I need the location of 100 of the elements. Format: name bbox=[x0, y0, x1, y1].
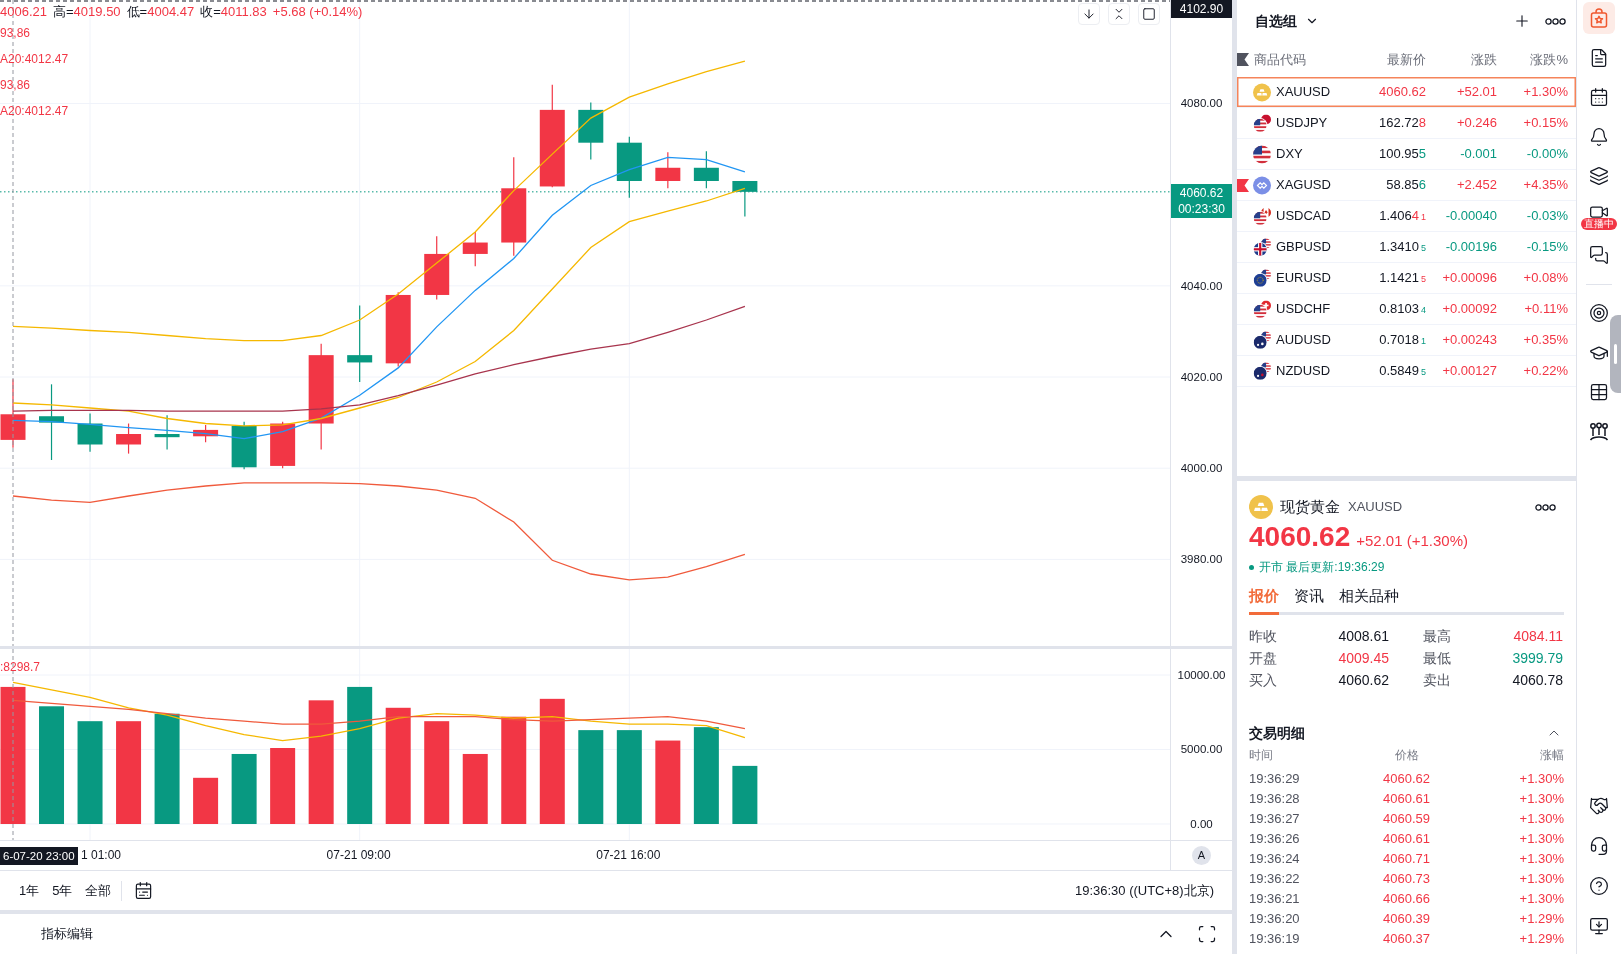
live-badge: 直播中 bbox=[1581, 217, 1617, 230]
axis-label: 4020.00 bbox=[1179, 370, 1224, 384]
symbol-text: XAGUSD bbox=[1276, 176, 1332, 195]
legend-value: 4019.50 bbox=[73, 3, 121, 20]
symbol-text: DXY bbox=[1276, 145, 1304, 164]
column-header: 涨跌% bbox=[1529, 50, 1568, 69]
price-tag-value: 4060.62 bbox=[1179, 184, 1224, 201]
change-percent-text: +0.08% bbox=[1522, 269, 1568, 288]
column-header: 时间 bbox=[1249, 747, 1274, 764]
symbol-text: GBPUSD bbox=[1276, 238, 1332, 257]
trade-time: 19:36:19 bbox=[1249, 930, 1301, 949]
price-text: 58.856 bbox=[1385, 176, 1426, 195]
trade-time: 19:36:21 bbox=[1249, 890, 1301, 909]
trade-time: 19:36:28 bbox=[1249, 790, 1301, 809]
stat-value: 4060.78 bbox=[1511, 671, 1563, 690]
change-text: +52.01 bbox=[1455, 83, 1497, 102]
indicator-value: :8298.7 bbox=[0, 659, 41, 675]
axis-label: 4000.00 bbox=[1179, 461, 1224, 476]
instrument-name: 现货黄金 bbox=[1280, 496, 1340, 517]
time-label: 1 01:00 bbox=[81, 848, 122, 863]
change-percent-text: -0.00% bbox=[1525, 145, 1568, 164]
trade-change: +1.29% bbox=[1518, 930, 1564, 949]
price-text: 1.4064 1 bbox=[1378, 207, 1426, 226]
column-header: 涨跌 bbox=[1470, 50, 1497, 69]
legend-value: 4006.21 bbox=[0, 3, 47, 20]
trade-price: 4060.71 bbox=[1382, 850, 1431, 869]
trade-time: 19:36:22 bbox=[1249, 870, 1301, 889]
stat-value: 4009.45 bbox=[1337, 649, 1389, 668]
price-text: 100.955 bbox=[1378, 145, 1426, 164]
trade-time: 19:36:27 bbox=[1249, 810, 1301, 829]
change-percent-text: -0.03% bbox=[1525, 207, 1568, 226]
trade-price: 4060.61 bbox=[1382, 790, 1431, 809]
stat-label: 卖出 bbox=[1422, 671, 1452, 690]
change-percent-text: +0.11% bbox=[1523, 300, 1568, 319]
indicator-value: A20:4012.47 bbox=[0, 103, 69, 119]
axis-label: 4080.00 bbox=[1179, 96, 1224, 111]
trade-price: 4060.39 bbox=[1382, 910, 1431, 929]
legend-value: 4004.47 bbox=[147, 3, 195, 20]
change-text: -0.00196 bbox=[1444, 238, 1497, 257]
stat-value: 4084.11 bbox=[1512, 627, 1563, 646]
change-percent-text: +1.30% bbox=[1522, 83, 1568, 102]
legend-value: 4011.83 bbox=[220, 3, 267, 20]
price-tag-value: 4102.90 bbox=[1179, 1, 1224, 17]
price-text: 162.728 bbox=[1378, 114, 1426, 133]
axis-label: 3980.00 bbox=[1179, 552, 1224, 567]
column-header: 商品代码 bbox=[1254, 50, 1307, 69]
countdown-text: 00:23:30 bbox=[1178, 200, 1225, 217]
stat-value: 4060.62 bbox=[1337, 671, 1389, 690]
symbol-text: EURUSD bbox=[1276, 269, 1332, 288]
axis-label: 5000.00 bbox=[1179, 742, 1224, 757]
change-text: +0.00243 bbox=[1441, 331, 1497, 350]
symbol-text: USDCHF bbox=[1276, 300, 1332, 319]
change-text: +0.00092 bbox=[1441, 300, 1497, 319]
stat-label: 开盘 bbox=[1249, 649, 1278, 668]
trade-price: 4060.59 bbox=[1382, 810, 1431, 829]
legend-label: 收= bbox=[200, 3, 221, 20]
trade-change: +1.29% bbox=[1518, 910, 1564, 929]
stat-value: 4008.61 bbox=[1337, 627, 1389, 646]
clock-text: 19:36:30 ((UTC+8)北京) bbox=[1074, 881, 1214, 900]
stat-label: 买入 bbox=[1249, 671, 1278, 690]
market-status: 开市 最后更新:19:36:29 bbox=[1259, 559, 1385, 576]
trade-time: 19:36:26 bbox=[1249, 830, 1301, 849]
section-title: 交易明细 bbox=[1249, 723, 1305, 743]
change-text: -0.00040 bbox=[1444, 207, 1497, 226]
crosshair-time-label: 6-07-20 23:00 bbox=[0, 847, 78, 865]
symbol-text: XAUUSD bbox=[1276, 83, 1332, 102]
price-text: 0.5849 5 bbox=[1378, 362, 1426, 381]
indicator-value: 93,86 bbox=[0, 77, 31, 93]
change-text: +0.00127 bbox=[1441, 362, 1497, 381]
stat-label: 昨收 bbox=[1249, 627, 1278, 646]
price-change: +52.01 (+1.30%) bbox=[1356, 531, 1468, 551]
trade-time: 19:36:29 bbox=[1249, 770, 1301, 789]
trade-change: +1.30% bbox=[1518, 870, 1564, 889]
change-text: -0.001 bbox=[1459, 145, 1497, 164]
change-text: +2.452 bbox=[1455, 176, 1497, 195]
symbol-text: NZDUSD bbox=[1276, 362, 1332, 381]
column-header: 涨幅 bbox=[1539, 747, 1564, 764]
symbol-text: USDJPY bbox=[1276, 114, 1329, 133]
trade-change: +1.30% bbox=[1518, 850, 1564, 869]
symbol-text: AUDUSD bbox=[1276, 331, 1332, 350]
time-label: 07-21 16:00 bbox=[596, 848, 661, 863]
price-text: 0.7018 1 bbox=[1378, 331, 1426, 350]
legend-label: 高= bbox=[53, 3, 74, 20]
indicator-value: A20:4012.47 bbox=[0, 51, 69, 67]
axis-label: 10000.00 bbox=[1176, 668, 1227, 682]
trade-time: 19:36:20 bbox=[1249, 910, 1301, 929]
trade-change: +1.30% bbox=[1518, 790, 1564, 809]
legend-change: +5.68 (+0.14%) bbox=[272, 3, 363, 20]
change-percent-text: -0.15% bbox=[1525, 238, 1568, 257]
time-label: 07-21 09:00 bbox=[326, 848, 391, 863]
trade-price: 4060.37 bbox=[1382, 930, 1431, 949]
symbol-text: USDCAD bbox=[1276, 207, 1332, 226]
change-text: +0.246 bbox=[1455, 114, 1497, 133]
trade-price: 4060.73 bbox=[1382, 870, 1431, 889]
price-text: 1.3410 5 bbox=[1378, 238, 1426, 257]
legend-label: 低= bbox=[126, 3, 148, 20]
axis-label: 0.00 bbox=[1189, 817, 1214, 831]
stat-value: 3999.79 bbox=[1511, 649, 1563, 668]
trade-time: 19:36:24 bbox=[1249, 850, 1301, 869]
change-percent-text: +4.35% bbox=[1522, 176, 1568, 195]
